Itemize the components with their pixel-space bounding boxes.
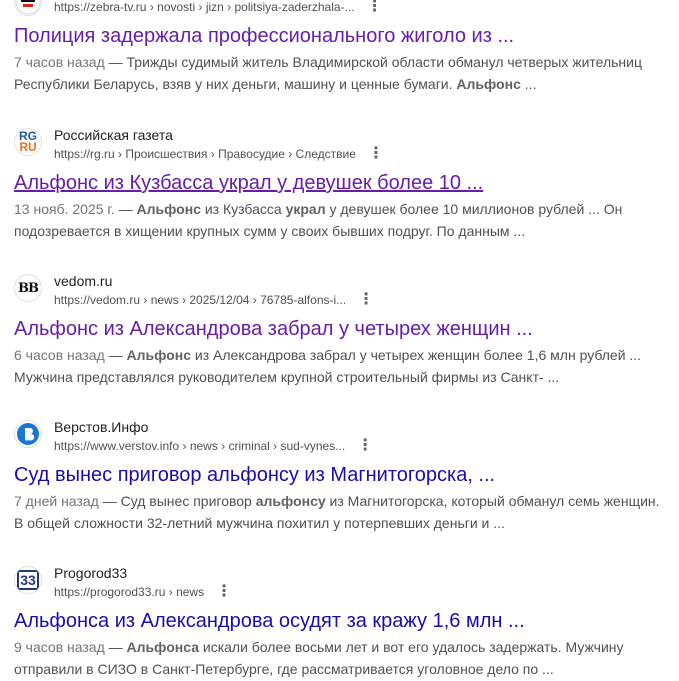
result-url: https://www.verstov.info › news › crimin… xyxy=(54,439,346,453)
vedom-logo-text: BB xyxy=(18,280,39,296)
result-title-link[interactable]: Суд вынес приговор альфонсу из Магнитого… xyxy=(14,462,674,488)
vedom-favicon: BB xyxy=(14,274,42,302)
snippet-text: — Трижды судимый житель Владимирской обл… xyxy=(14,54,643,92)
verstov-favicon xyxy=(14,420,42,448)
snippet-text: ... xyxy=(520,76,537,92)
search-result: BB vedom.ru https://vedom.ru › news › 20… xyxy=(14,273,674,388)
search-result: Верстов.Инфо https://www.verstov.info › … xyxy=(14,419,674,534)
rg-logo-bottom: RU xyxy=(19,140,37,154)
more-options-icon[interactable]: ⋮ xyxy=(357,438,373,454)
more-options-icon[interactable]: ⋮ xyxy=(358,292,374,308)
rg-favicon: RG RU xyxy=(14,128,42,156)
result-source[interactable]: BB vedom.ru https://vedom.ru › news › 20… xyxy=(14,273,674,314)
progorod33-favicon: 33 xyxy=(14,566,42,594)
site-name: Российская газета xyxy=(54,127,173,143)
snippet-text: из Кузбасса xyxy=(200,201,286,217)
result-snippet: 9 часов назад — Альфонса искали более во… xyxy=(14,636,669,680)
result-snippet: 13 нояб. 2025 г. — Альфонс из Кузбасса у… xyxy=(14,198,669,242)
result-date: 7 дней назад xyxy=(14,493,99,509)
result-url: https://rg.ru › Происшествия › Правосуди… xyxy=(54,147,356,161)
more-options-icon[interactable]: ⋮ xyxy=(216,584,232,600)
progorod-logo-text: 33 xyxy=(17,570,39,590)
snippet-keyword: альфонсу xyxy=(255,493,326,509)
snippet-text: — xyxy=(104,639,127,655)
zebra-tv-favicon xyxy=(14,0,42,16)
site-name: Верстов.Инфо xyxy=(54,419,149,435)
result-date: 7 часов назад xyxy=(14,54,105,70)
more-options-icon[interactable]: ⋮ xyxy=(367,0,383,15)
snippet-text: — xyxy=(114,201,137,217)
snippet-keyword: Альфонса xyxy=(126,639,199,655)
snippet-keyword: Альфонс xyxy=(456,76,521,92)
result-date: 9 часов назад xyxy=(14,639,105,655)
result-title-link[interactable]: Альфонс из Александрова забрал у четырех… xyxy=(14,316,674,342)
result-date: 13 нояб. 2025 г. xyxy=(14,201,115,217)
result-snippet: 6 часов назад — Альфонс из Александрова … xyxy=(14,344,669,388)
snippet-text: — Суд вынес приговор xyxy=(98,493,256,509)
result-url: https://progorod33.ru › news xyxy=(54,585,205,599)
result-source[interactable]: RG RU Российская газета https://rg.ru › … xyxy=(14,127,674,168)
result-snippet: 7 дней назад — Суд вынес приговор альфон… xyxy=(14,490,669,534)
result-url: https://vedom.ru › news › 2025/12/04 › 7… xyxy=(54,293,347,307)
snippet-keyword: Альфонс xyxy=(126,347,192,363)
result-source[interactable]: 33 Progorod33 https://progorod33.ru › ne… xyxy=(14,565,674,606)
search-result: https://zebra-tv.ru › novosti › jizn › p… xyxy=(14,0,674,95)
snippet-text: — xyxy=(104,347,127,363)
search-result: 33 Progorod33 https://progorod33.ru › ne… xyxy=(14,565,674,680)
result-snippet: 7 часов назад — Трижды судимый житель Вл… xyxy=(14,51,669,95)
result-source[interactable]: https://zebra-tv.ru › novosti › jizn › p… xyxy=(14,0,674,28)
result-title-link[interactable]: Альфонса из Александрова осудят за кражу… xyxy=(14,608,674,634)
result-source[interactable]: Верстов.Инфо https://www.verstov.info › … xyxy=(14,419,674,460)
search-result: RG RU Российская газета https://rg.ru › … xyxy=(14,127,674,242)
snippet-keyword: Альфонс xyxy=(136,201,201,217)
site-name: Progorod33 xyxy=(54,565,128,581)
more-options-icon[interactable]: ⋮ xyxy=(368,146,384,162)
snippet-keyword: украл xyxy=(285,201,326,217)
result-date: 6 часов назад xyxy=(14,347,105,363)
result-url: https://zebra-tv.ru › novosti › jizn › p… xyxy=(54,0,355,14)
result-title-link[interactable]: Альфонс из Кузбасса украл у девушек боле… xyxy=(14,170,674,196)
site-name: vedom.ru xyxy=(54,273,113,289)
